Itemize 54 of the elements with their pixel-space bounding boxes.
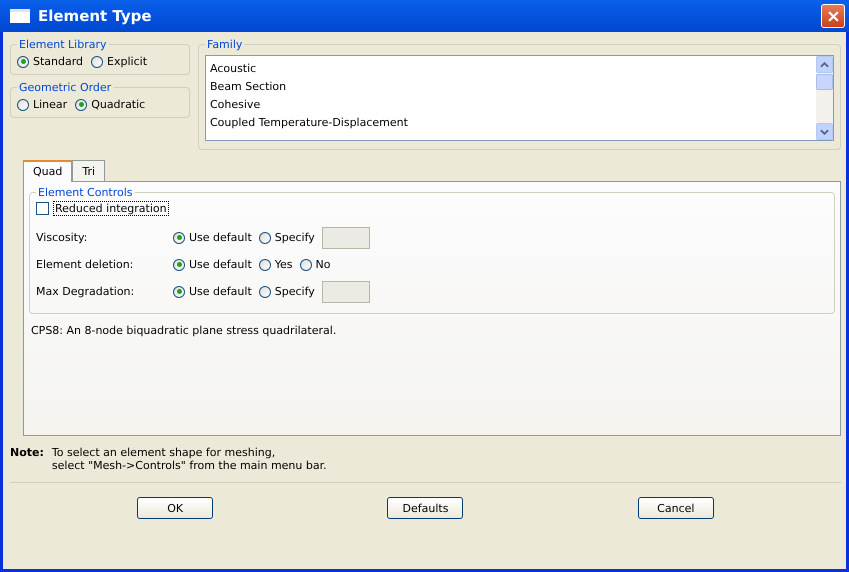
tab[interactable]: Quad <box>23 160 72 182</box>
tab[interactable]: Tri <box>72 160 106 181</box>
element-description: CPS8: An 8-node biquadratic plane stress quadrilateral. <box>31 324 338 337</box>
list-item[interactable]: Coupled Temperature-Displacement <box>210 114 812 132</box>
field-label: Element deletion: <box>36 258 134 271</box>
window-title: Element Type <box>38 7 153 25</box>
radio-button[interactable] <box>173 258 185 270</box>
list-item[interactable]: Beam Section <box>210 78 812 96</box>
note-text: select "Mesh->Controls" from the main menu bar. <box>52 459 327 472</box>
radio-option[interactable]: Specify <box>258 285 315 298</box>
radio-option[interactable]: Quadratic <box>75 98 146 111</box>
list-item[interactable]: Acoustic <box>210 60 812 78</box>
radio-button[interactable] <box>17 98 29 110</box>
checkbox[interactable] <box>36 202 49 215</box>
radio-button[interactable] <box>300 258 312 270</box>
radio-button[interactable] <box>173 232 185 244</box>
chevron-down-icon <box>820 128 829 134</box>
close-button[interactable] <box>821 4 845 28</box>
radio-option[interactable]: Standard <box>17 55 84 68</box>
dialog-button[interactable]: Defaults <box>387 497 464 519</box>
group-label: Family <box>206 38 244 51</box>
radio-button[interactable] <box>75 98 88 110</box>
group-label: Element Controls <box>37 186 134 199</box>
scroll-down-button[interactable] <box>816 123 833 140</box>
radio-button[interactable] <box>17 56 29 68</box>
radio-option[interactable]: Use default <box>173 285 252 298</box>
radio-option[interactable]: Use default <box>173 258 252 271</box>
note-text: To select an element shape for meshing, <box>52 446 276 459</box>
radio-button[interactable] <box>91 56 104 68</box>
scrollbar[interactable] <box>816 56 833 140</box>
radio-option[interactable]: Yes <box>258 258 293 271</box>
chevron-up-icon <box>820 62 829 68</box>
radio-option[interactable]: Specify <box>258 231 315 244</box>
radio-option[interactable]: Use default <box>173 231 252 244</box>
list-item[interactable]: Cohesive <box>210 96 812 114</box>
radio-button[interactable] <box>258 258 271 270</box>
close-icon <box>828 10 838 22</box>
radio-option[interactable]: Linear <box>17 98 68 111</box>
scroll-up-button[interactable] <box>816 56 833 73</box>
field-label: Viscosity: <box>36 231 88 244</box>
field-label: Max Degradation: <box>36 285 136 298</box>
radio-button[interactable] <box>173 286 185 298</box>
radio-option[interactable]: Explicit <box>91 55 148 68</box>
dialog-button[interactable]: Cancel <box>638 497 714 519</box>
checkbox-label[interactable]: Reduced integration <box>53 201 169 216</box>
radio-button[interactable] <box>258 232 271 244</box>
group-label: Geometric Order <box>18 81 112 94</box>
window-icon <box>10 9 30 23</box>
radio-button[interactable] <box>258 286 271 298</box>
group-label: Element Library <box>18 38 108 51</box>
scroll-thumb[interactable] <box>816 74 833 90</box>
dialog-button[interactable]: OK <box>137 497 214 519</box>
note-label: Note: <box>10 446 44 461</box>
radio-option[interactable]: No <box>300 258 330 271</box>
